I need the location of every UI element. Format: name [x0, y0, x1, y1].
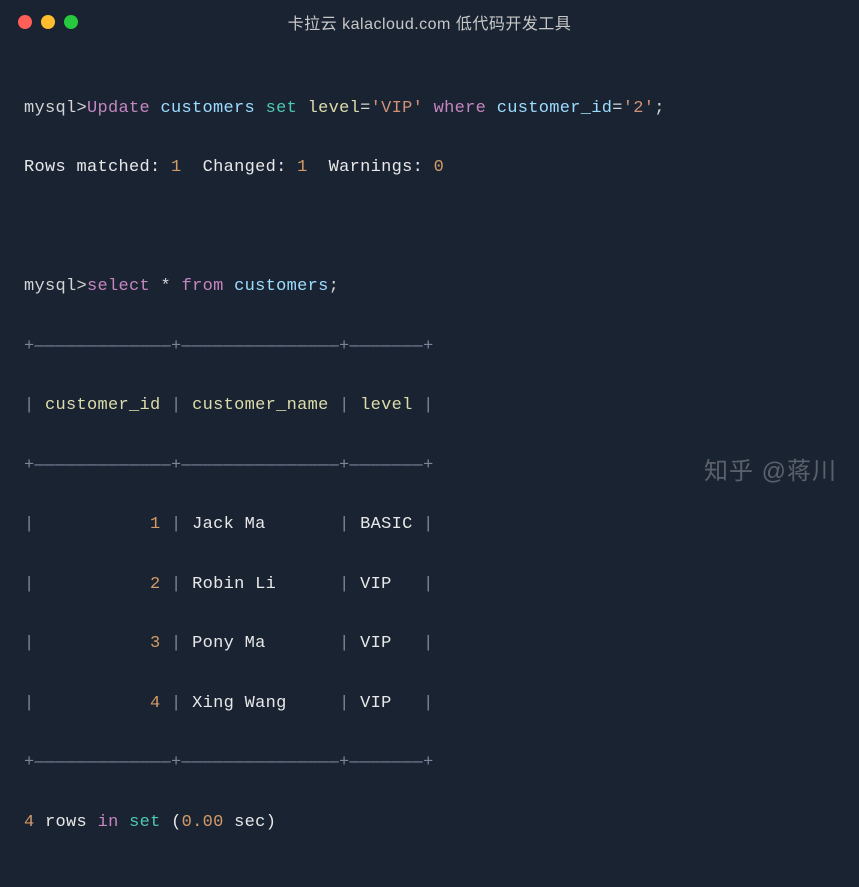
col-header-level: level	[360, 396, 413, 415]
kw-set: set	[266, 99, 298, 118]
changed-val: 1	[297, 158, 308, 177]
update-result-line: Rows matched: 1 Changed: 1 Warnings: 0	[24, 153, 835, 183]
txt: rows	[45, 813, 87, 832]
paren: (	[171, 813, 182, 832]
cell-name: Pony Ma	[192, 634, 329, 653]
table-row: | 1 | Jack Ma | BASIC |	[24, 510, 835, 540]
mysql-prompt: mysql>	[24, 99, 87, 118]
cell-id: 3	[150, 634, 161, 653]
time: 0.00	[182, 813, 224, 832]
cell-id: 2	[150, 575, 161, 594]
semi: ;	[329, 277, 340, 296]
txt: set	[129, 813, 161, 832]
cell-name: Xing Wang	[192, 694, 329, 713]
kw-update: Update	[87, 99, 150, 118]
semi: ;	[654, 99, 665, 118]
table-row: | 2 | Robin Li | VIP |	[24, 570, 835, 600]
row-count: 4	[24, 813, 35, 832]
cell-level: VIP	[360, 694, 413, 713]
table-row: | 4 | Xing Wang | VIP |	[24, 689, 835, 719]
cell-level: VIP	[360, 634, 413, 653]
eq: =	[612, 99, 623, 118]
cell-id: 4	[150, 694, 161, 713]
warnings-label: Warnings:	[329, 158, 424, 177]
kw-select: select	[87, 277, 150, 296]
star: *	[161, 277, 172, 296]
warnings-val: 0	[434, 158, 445, 177]
kw-where: where	[434, 99, 487, 118]
table-border-top: +—————————————+———————————————+———————+	[24, 332, 835, 362]
rows-matched-val: 1	[171, 158, 182, 177]
window-title: 卡拉云 kalacloud.com 低代码开发工具	[288, 10, 572, 34]
table-header-row: | customer_id | customer_name | level |	[24, 391, 835, 421]
col-cid: customer_id	[497, 99, 613, 118]
col-level: level	[308, 99, 361, 118]
val-2: '2'	[623, 99, 655, 118]
txt: in	[98, 813, 119, 832]
watermark: 知乎 @蒋川	[704, 451, 837, 486]
mysql-prompt: mysql>	[24, 277, 87, 296]
sql-select-line: mysql>select * from customers;	[24, 272, 835, 302]
minimize-icon[interactable]	[41, 15, 55, 29]
maximize-icon[interactable]	[64, 15, 78, 29]
table-row: | 3 | Pony Ma | VIP |	[24, 629, 835, 659]
sec: sec	[234, 813, 266, 832]
cell-name: Jack Ma	[192, 515, 329, 534]
paren: )	[266, 813, 277, 832]
close-icon[interactable]	[18, 15, 32, 29]
sql-update-line: mysql>Update customers set level='VIP' w…	[24, 94, 835, 124]
col-header-id: customer_id	[45, 396, 161, 415]
changed-label: Changed:	[203, 158, 287, 177]
eq: =	[360, 99, 371, 118]
rows-matched-label: Rows matched:	[24, 158, 161, 177]
cell-level: BASIC	[360, 515, 413, 534]
col-header-name: customer_name	[192, 396, 329, 415]
kw-from: from	[182, 277, 224, 296]
titlebar: 卡拉云 kalacloud.com 低代码开发工具	[0, 0, 859, 44]
result-footer-line: 4 rows in set (0.00 sec)	[24, 808, 835, 838]
traffic-lights	[18, 15, 78, 29]
cell-level: VIP	[360, 575, 413, 594]
blank-line	[24, 213, 835, 243]
cell-name: Robin Li	[192, 575, 329, 594]
cell-id: 1	[150, 515, 161, 534]
table-name: customers	[234, 277, 329, 296]
table-border-bot: +—————————————+———————————————+———————+	[24, 748, 835, 778]
table-name: customers	[161, 99, 256, 118]
val-vip: 'VIP'	[371, 99, 424, 118]
